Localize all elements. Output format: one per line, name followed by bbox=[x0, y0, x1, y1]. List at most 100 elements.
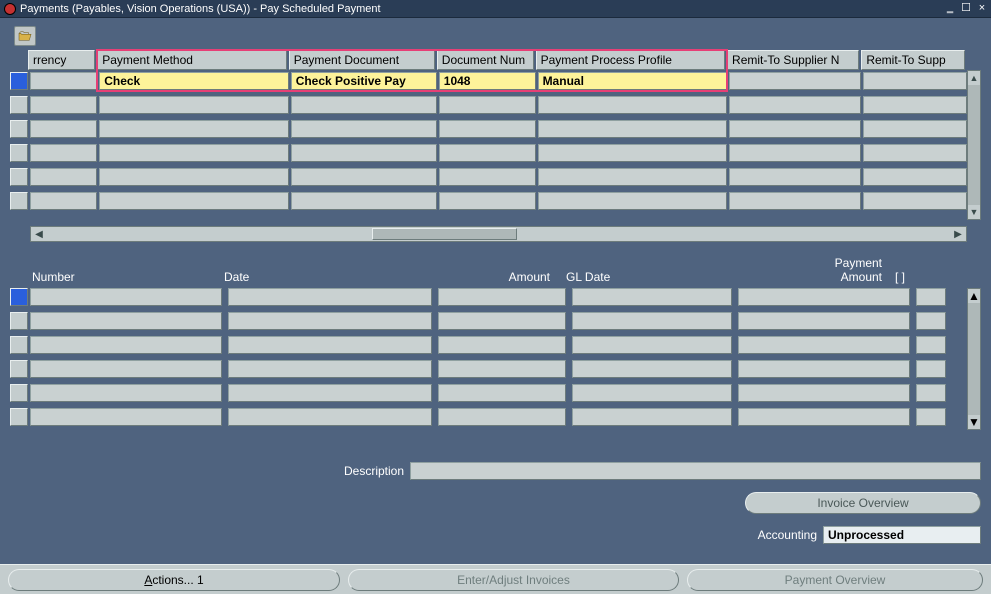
description-input[interactable] bbox=[410, 462, 981, 480]
scroll-left-icon[interactable]: ◀ bbox=[31, 227, 47, 241]
cell[interactable]: 1048 bbox=[439, 72, 536, 90]
cell[interactable] bbox=[99, 144, 288, 162]
restore-icon[interactable]: ☐ bbox=[959, 2, 973, 16]
cell[interactable] bbox=[291, 144, 437, 162]
cell[interactable] bbox=[916, 312, 946, 330]
cell[interactable] bbox=[863, 144, 967, 162]
cell[interactable] bbox=[572, 336, 732, 354]
cell[interactable] bbox=[30, 312, 222, 330]
cell[interactable] bbox=[30, 120, 97, 138]
cell[interactable] bbox=[729, 120, 861, 138]
cell[interactable] bbox=[291, 168, 437, 186]
cell[interactable] bbox=[738, 288, 910, 306]
cell[interactable] bbox=[863, 72, 967, 90]
cell[interactable] bbox=[916, 384, 946, 402]
table-row[interactable] bbox=[10, 408, 981, 426]
cell[interactable] bbox=[863, 168, 967, 186]
row-selector[interactable] bbox=[10, 192, 28, 210]
table-row[interactable]: CheckCheck Positive Pay1048Manual bbox=[10, 72, 967, 90]
cell[interactable] bbox=[291, 120, 437, 138]
cell[interactable]: Manual bbox=[538, 72, 727, 90]
column-header[interactable]: Payment Document bbox=[289, 50, 435, 70]
cell[interactable] bbox=[538, 96, 727, 114]
row-selector[interactable] bbox=[10, 120, 28, 138]
cell[interactable]: Check Positive Pay bbox=[291, 72, 437, 90]
open-folder-button[interactable] bbox=[14, 26, 36, 46]
minimize-icon[interactable]: ‗ bbox=[943, 2, 957, 16]
table-row[interactable] bbox=[10, 192, 967, 210]
cell[interactable] bbox=[228, 288, 432, 306]
table-row[interactable] bbox=[10, 360, 981, 378]
cell[interactable] bbox=[738, 360, 910, 378]
row-selector[interactable] bbox=[10, 384, 28, 402]
cell[interactable] bbox=[228, 408, 432, 426]
payment-overview-button[interactable]: Payment Overview bbox=[687, 569, 983, 591]
invoice-overview-button[interactable]: Invoice Overview bbox=[745, 492, 981, 514]
cell[interactable] bbox=[291, 192, 437, 210]
table-row[interactable] bbox=[10, 120, 967, 138]
column-header[interactable]: Payment Method bbox=[97, 50, 286, 70]
row-selector[interactable] bbox=[10, 360, 28, 378]
cell[interactable] bbox=[572, 384, 732, 402]
cell[interactable] bbox=[439, 168, 536, 186]
row-selector[interactable] bbox=[10, 72, 28, 90]
details-vscroll[interactable]: ▲ ▼ bbox=[967, 288, 981, 430]
cell[interactable] bbox=[738, 384, 910, 402]
cell[interactable] bbox=[30, 192, 97, 210]
cell[interactable] bbox=[863, 120, 967, 138]
cell[interactable] bbox=[30, 288, 222, 306]
cell[interactable] bbox=[538, 168, 727, 186]
cell[interactable] bbox=[30, 144, 97, 162]
row-selector[interactable] bbox=[10, 144, 28, 162]
scroll-thumb[interactable] bbox=[968, 85, 980, 205]
cell[interactable] bbox=[916, 408, 946, 426]
cell[interactable] bbox=[438, 384, 566, 402]
cell[interactable] bbox=[572, 312, 732, 330]
row-selector[interactable] bbox=[10, 288, 28, 306]
column-header[interactable]: Payment Process Profile bbox=[536, 50, 725, 70]
cell[interactable] bbox=[916, 288, 946, 306]
cell[interactable] bbox=[729, 168, 861, 186]
cell[interactable] bbox=[291, 96, 437, 114]
table-row[interactable] bbox=[10, 96, 967, 114]
cell[interactable] bbox=[538, 144, 727, 162]
cell[interactable] bbox=[438, 360, 566, 378]
column-header[interactable]: Document Num bbox=[437, 50, 534, 70]
cell[interactable] bbox=[729, 192, 861, 210]
cell[interactable] bbox=[916, 360, 946, 378]
table-row[interactable] bbox=[10, 336, 981, 354]
scroll-right-icon[interactable]: ▶ bbox=[950, 227, 966, 241]
cell[interactable] bbox=[30, 96, 97, 114]
table-row[interactable] bbox=[10, 384, 981, 402]
cell[interactable] bbox=[729, 96, 861, 114]
cell[interactable] bbox=[538, 192, 727, 210]
cell[interactable] bbox=[30, 360, 222, 378]
table-row[interactable] bbox=[10, 288, 981, 306]
cell[interactable] bbox=[438, 408, 566, 426]
cell[interactable] bbox=[538, 120, 727, 138]
row-selector[interactable] bbox=[10, 408, 28, 426]
cell[interactable] bbox=[228, 384, 432, 402]
cell[interactable] bbox=[738, 336, 910, 354]
cell[interactable] bbox=[438, 288, 566, 306]
scroll-down-icon[interactable]: ▼ bbox=[968, 205, 980, 219]
cell[interactable] bbox=[228, 312, 432, 330]
cell[interactable] bbox=[729, 72, 861, 90]
row-selector[interactable] bbox=[10, 96, 28, 114]
hscroll-track[interactable] bbox=[47, 228, 950, 240]
payments-vscroll[interactable]: ▲ ▼ bbox=[967, 70, 981, 220]
cell[interactable] bbox=[439, 96, 536, 114]
cell[interactable]: Check bbox=[99, 72, 288, 90]
cell[interactable] bbox=[729, 144, 861, 162]
cell[interactable] bbox=[438, 336, 566, 354]
column-header[interactable]: Remit-To Supp bbox=[861, 50, 965, 70]
cell[interactable] bbox=[99, 168, 288, 186]
cell[interactable] bbox=[439, 120, 536, 138]
row-selector[interactable] bbox=[10, 312, 28, 330]
scroll-up-icon[interactable]: ▲ bbox=[968, 71, 980, 85]
scroll-thumb[interactable] bbox=[968, 303, 980, 415]
cell[interactable] bbox=[228, 360, 432, 378]
cell[interactable] bbox=[572, 288, 732, 306]
cell[interactable] bbox=[439, 144, 536, 162]
cell[interactable] bbox=[99, 192, 288, 210]
